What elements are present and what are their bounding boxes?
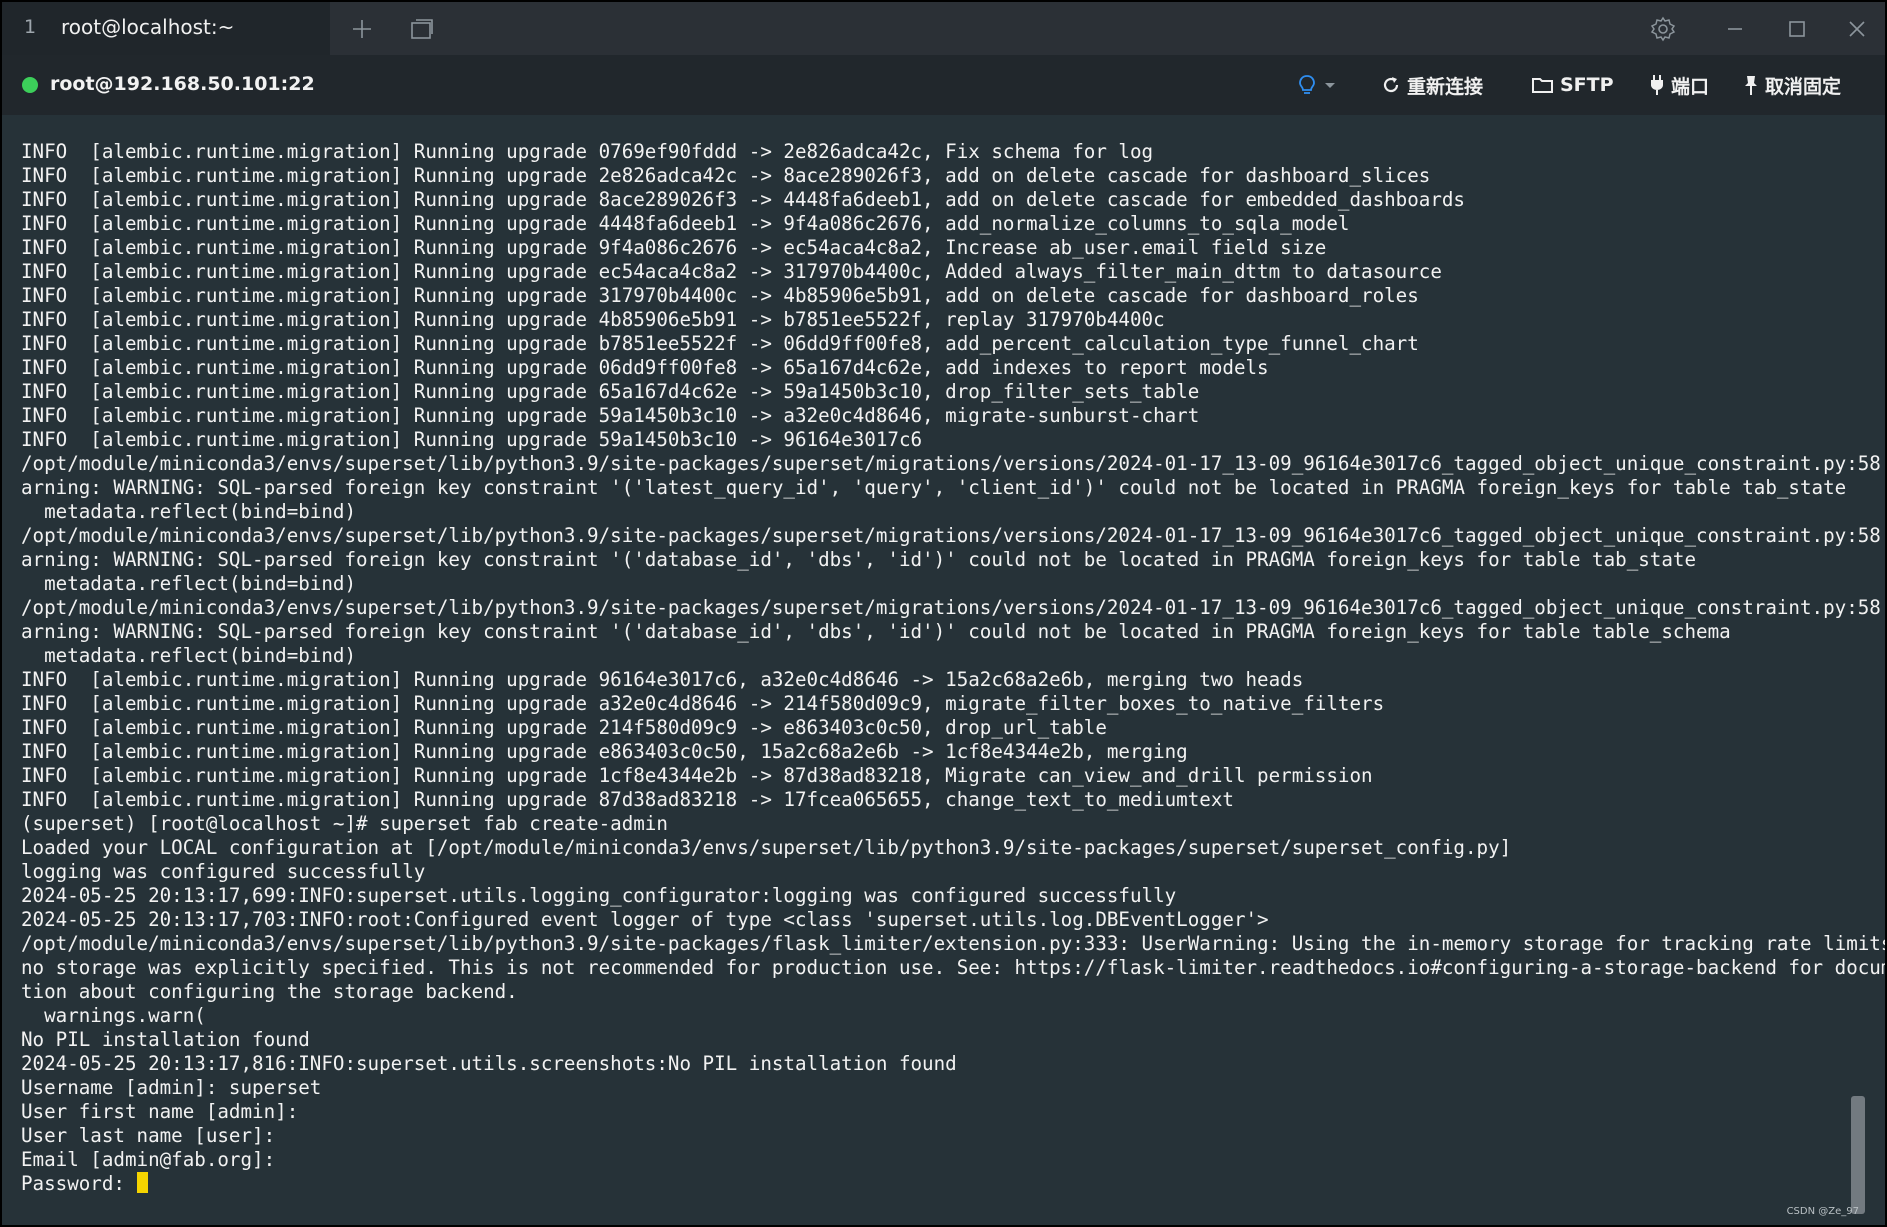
- unpin-button[interactable]: 取消固定: [1743, 55, 1841, 115]
- terminal-window: 1 root@localhost:~ root@192.168.50.101:2…: [2, 2, 1885, 1225]
- watermark: CSDN @Ze_97: [1786, 1206, 1859, 1217]
- terminal-line: (superset) [root@localhost ~]# superset …: [21, 812, 668, 835]
- terminal-scrollbar[interactable]: [1851, 139, 1865, 1214]
- terminal-line: INFO [alembic.runtime.migration] Running…: [21, 404, 1200, 427]
- close-icon: [1849, 20, 1865, 37]
- tab-title: root@localhost:~: [61, 15, 235, 39]
- plug-icon: [1651, 75, 1663, 95]
- connection-status-dot: [22, 77, 38, 93]
- terminal-line: arning: WARNING: SQL-parsed foreign key …: [21, 548, 1697, 571]
- sftp-button[interactable]: SFTP: [1532, 55, 1614, 115]
- terminal-line: INFO [alembic.runtime.migration] Running…: [21, 692, 1385, 715]
- terminal-line: Email [admin@fab.org]:: [21, 1148, 276, 1171]
- terminal-line: arning: WARNING: SQL-parsed foreign key …: [21, 620, 1731, 643]
- terminal-line: /opt/module/miniconda3/envs/superset/lib…: [21, 596, 1885, 619]
- chevron-down-icon: [1325, 83, 1335, 88]
- terminal-line: metadata.reflect(bind=bind): [21, 644, 357, 667]
- tips-button[interactable]: [1297, 55, 1337, 115]
- terminal-line: metadata.reflect(bind=bind): [21, 572, 357, 595]
- session-bar: root@192.168.50.101:22 重新连接 SFTP 端口 取消固定: [2, 55, 1885, 115]
- terminal-line: INFO [alembic.runtime.migration] Running…: [21, 668, 1304, 691]
- duplicate-icon: [411, 18, 433, 39]
- terminal-line: INFO [alembic.runtime.migration] Running…: [21, 764, 1373, 787]
- port-button[interactable]: 端口: [1649, 55, 1709, 115]
- session-host: root@192.168.50.101:22: [50, 73, 315, 95]
- terminal-line: /opt/module/miniconda3/envs/superset/lib…: [21, 524, 1885, 547]
- reconnect-label: 重新连接: [1407, 75, 1484, 98]
- terminal-line: warnings.warn(: [21, 1004, 206, 1027]
- minimize-button[interactable]: [1711, 2, 1759, 55]
- terminal-line: Username [admin]: superset: [21, 1076, 322, 1099]
- lightbulb-icon: [1299, 75, 1315, 94]
- terminal-line: INFO [alembic.runtime.migration] Running…: [21, 716, 1107, 739]
- terminal-output[interactable]: INFO [alembic.runtime.migration] Running…: [2, 115, 1885, 1225]
- terminal-line: INFO [alembic.runtime.migration] Running…: [21, 428, 923, 451]
- maximize-button[interactable]: [1773, 2, 1821, 55]
- settings-button[interactable]: [1639, 2, 1687, 55]
- tab-session[interactable]: 1 root@localhost:~: [2, 2, 330, 55]
- terminal-line: no storage was explicitly specified. Thi…: [21, 956, 1885, 979]
- minimize-icon: [1728, 27, 1742, 30]
- close-button[interactable]: [1833, 2, 1881, 55]
- pin-icon: [1745, 76, 1757, 95]
- terminal-line: 2024-05-25 20:13:17,703:INFO:root:Config…: [21, 908, 1269, 931]
- refresh-icon: [1383, 77, 1399, 93]
- tab-index: 1: [24, 16, 37, 38]
- gear-icon: [1650, 16, 1676, 41]
- password-prompt: Password:: [21, 1172, 137, 1195]
- terminal-line: INFO [alembic.runtime.migration] Running…: [21, 236, 1327, 259]
- sftp-label: SFTP: [1560, 74, 1614, 96]
- terminal-line: INFO [alembic.runtime.migration] Running…: [21, 380, 1200, 403]
- terminal-line: /opt/module/miniconda3/envs/superset/lib…: [21, 932, 1885, 955]
- terminal-line: 2024-05-25 20:13:17,699:INFO:superset.ut…: [21, 884, 1177, 907]
- terminal-line: metadata.reflect(bind=bind): [21, 500, 357, 523]
- new-tab-button[interactable]: [338, 2, 386, 55]
- terminal-line: INFO [alembic.runtime.migration] Running…: [21, 188, 1465, 211]
- terminal-text: INFO [alembic.runtime.migration] Running…: [21, 140, 1885, 1196]
- terminal-line: INFO [alembic.runtime.migration] Running…: [21, 140, 1154, 163]
- port-label: 端口: [1671, 75, 1710, 98]
- terminal-line: INFO [alembic.runtime.migration] Running…: [21, 284, 1419, 307]
- terminal-line: tion about configuring the storage backe…: [21, 980, 518, 1003]
- terminal-line: INFO [alembic.runtime.migration] Running…: [21, 308, 1165, 331]
- text-cursor[interactable]: [136, 1172, 148, 1193]
- terminal-line: No PIL installation found: [21, 1028, 310, 1051]
- terminal-line: arning: WARNING: SQL-parsed foreign key …: [21, 476, 1847, 499]
- scrollbar-thumb[interactable]: [1851, 1096, 1865, 1214]
- terminal-line: INFO [alembic.runtime.migration] Running…: [21, 356, 1269, 379]
- terminal-line: INFO [alembic.runtime.migration] Running…: [21, 260, 1442, 283]
- terminal-line: Loaded your LOCAL configuration at [/opt…: [21, 836, 1512, 859]
- terminal-line: /opt/module/miniconda3/envs/superset/lib…: [21, 452, 1885, 475]
- terminal-line: User last name [user]:: [21, 1124, 276, 1147]
- title-bar: 1 root@localhost:~: [2, 2, 1885, 55]
- terminal-line: INFO [alembic.runtime.migration] Running…: [21, 740, 1188, 763]
- terminal-line: INFO [alembic.runtime.migration] Running…: [21, 164, 1431, 187]
- duplicate-tab-button[interactable]: [398, 2, 446, 55]
- terminal-line: INFO [alembic.runtime.migration] Running…: [21, 788, 1234, 811]
- unpin-label: 取消固定: [1765, 75, 1842, 98]
- terminal-line: INFO [alembic.runtime.migration] Running…: [21, 332, 1419, 355]
- plus-icon: [353, 19, 371, 38]
- terminal-line: 2024-05-25 20:13:17,816:INFO:superset.ut…: [21, 1052, 957, 1075]
- terminal-prompt-line: Password:: [21, 1172, 1861, 1196]
- reconnect-button[interactable]: 重新连接: [1381, 55, 1483, 115]
- maximize-icon: [1789, 20, 1805, 37]
- terminal-line: INFO [alembic.runtime.migration] Running…: [21, 212, 1350, 235]
- terminal-line: User first name [admin]:: [21, 1100, 299, 1123]
- folder-icon: [1532, 78, 1553, 93]
- terminal-line: logging was configured successfully: [21, 860, 426, 883]
